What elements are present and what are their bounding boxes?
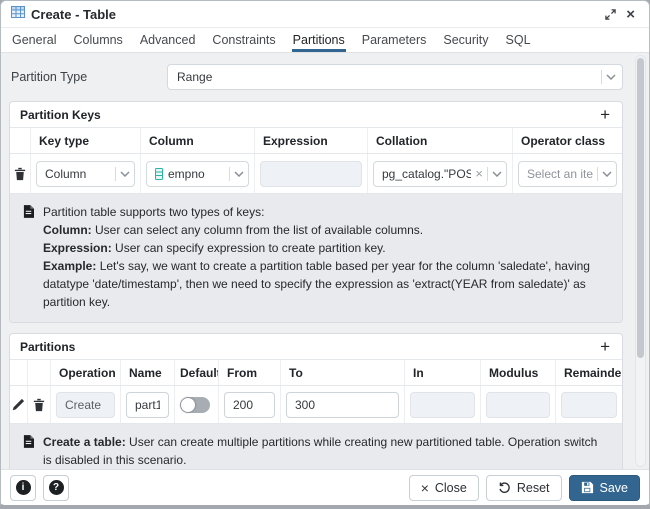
partition-keys-info-box: Partition table supports two types of ke… bbox=[10, 194, 622, 322]
header-remainder: Remainder bbox=[555, 360, 622, 385]
footer-bar: i ? × Close Reset Save bbox=[1, 469, 649, 505]
edit-row-icon[interactable] bbox=[10, 396, 27, 413]
partitions-tab-content: Partition Type Range Partition Keys + Ke… bbox=[1, 53, 649, 469]
dialog-help-button[interactable]: ? bbox=[43, 475, 69, 501]
modulus-input bbox=[486, 392, 550, 418]
partitions-grid-header: Operation Name Default From To In Modulu… bbox=[10, 360, 622, 386]
to-input[interactable] bbox=[286, 392, 399, 418]
header-collation: Collation bbox=[367, 128, 512, 153]
expression-input bbox=[260, 161, 362, 187]
chevron-down-icon bbox=[606, 74, 616, 80]
partition-type-label: Partition Type bbox=[11, 70, 167, 84]
header-column: Column bbox=[140, 128, 254, 153]
expand-icon[interactable] bbox=[603, 7, 618, 22]
key-type-select[interactable]: Column bbox=[36, 161, 135, 187]
partition-type-row: Partition Type Range bbox=[11, 64, 623, 90]
scrollbar-thumb[interactable] bbox=[637, 58, 644, 358]
chevron-down-icon bbox=[120, 171, 130, 177]
info-item: Example: Let's say, we want to create a … bbox=[43, 257, 608, 311]
operator-class-placeholder: Select an item... bbox=[527, 167, 593, 181]
vertical-scrollbar bbox=[635, 55, 646, 467]
header-actions bbox=[10, 128, 30, 153]
partition-keys-grid-header: Key type Column Expression Collation Ope… bbox=[10, 128, 622, 154]
key-column-select[interactable]: empno bbox=[146, 161, 249, 187]
partition-row bbox=[10, 386, 622, 424]
create-table-dialog: Create - Table × General Columns Advance… bbox=[0, 0, 650, 509]
save-icon bbox=[581, 481, 594, 494]
clear-collation-icon[interactable]: × bbox=[475, 167, 483, 180]
header-name: Name bbox=[120, 360, 174, 385]
info-item: Expression: User can specify expression … bbox=[43, 239, 608, 257]
partition-keys-header: Partition Keys + bbox=[10, 102, 622, 128]
operation-input bbox=[56, 392, 115, 418]
close-x-icon: × bbox=[421, 481, 429, 495]
tab-security[interactable]: Security bbox=[442, 30, 489, 52]
header-key-type: Key type bbox=[30, 128, 140, 153]
chevron-down-icon bbox=[234, 171, 244, 177]
header-to: To bbox=[280, 360, 404, 385]
help-icon: ? bbox=[49, 480, 64, 495]
operator-class-select[interactable]: Select an item... bbox=[518, 161, 617, 187]
tab-sql[interactable]: SQL bbox=[505, 30, 532, 52]
table-icon bbox=[11, 5, 25, 23]
add-partition-key-button[interactable]: + bbox=[598, 106, 612, 123]
header-operation: Operation bbox=[50, 360, 120, 385]
title-bar: Create - Table × bbox=[1, 1, 649, 28]
partitions-info-box: Create a table: User can create multiple… bbox=[10, 424, 622, 469]
tab-columns[interactable]: Columns bbox=[72, 30, 123, 52]
note-icon bbox=[23, 435, 34, 448]
partitions-header: Partitions + bbox=[10, 334, 622, 360]
key-type-value: Column bbox=[45, 167, 86, 181]
tab-advanced[interactable]: Advanced bbox=[139, 30, 197, 52]
delete-row-icon[interactable] bbox=[12, 165, 28, 183]
reset-button[interactable]: Reset bbox=[486, 475, 562, 501]
partition-key-row: Column empno pg_catalog."POS bbox=[10, 154, 622, 194]
save-button[interactable]: Save bbox=[569, 475, 641, 501]
close-button[interactable]: × Close bbox=[409, 475, 479, 501]
column-icon bbox=[155, 168, 163, 180]
from-input[interactable] bbox=[224, 392, 275, 418]
info-intro: Partition table supports two types of ke… bbox=[43, 203, 608, 221]
partition-type-value: Range bbox=[177, 70, 212, 84]
select-divider bbox=[601, 70, 602, 84]
header-from: From bbox=[218, 360, 280, 385]
tab-bar: General Columns Advanced Constraints Par… bbox=[1, 28, 649, 53]
header-expression: Expression bbox=[254, 128, 367, 153]
add-partition-button[interactable]: + bbox=[598, 338, 612, 355]
dialog-title: Create - Table bbox=[31, 7, 116, 22]
close-icon[interactable]: × bbox=[624, 5, 637, 24]
header-operator-class: Operator class bbox=[512, 128, 622, 153]
note-icon bbox=[23, 205, 34, 218]
partition-keys-title: Partition Keys bbox=[20, 108, 101, 122]
chevron-down-icon bbox=[602, 171, 612, 177]
tab-parameters[interactable]: Parameters bbox=[361, 30, 428, 52]
delete-row-icon[interactable] bbox=[31, 396, 47, 414]
default-toggle[interactable] bbox=[180, 397, 210, 413]
chevron-down-icon bbox=[492, 171, 502, 177]
tab-partitions[interactable]: Partitions bbox=[292, 30, 346, 52]
header-modulus: Modulus bbox=[480, 360, 555, 385]
info-item: Create a table: User can create multiple… bbox=[43, 433, 608, 469]
tab-constraints[interactable]: Constraints bbox=[211, 30, 276, 52]
info-icon: i bbox=[16, 480, 31, 495]
collation-select[interactable]: pg_catalog."POSIX" × bbox=[373, 161, 507, 187]
partitions-panel: Partitions + Operation Name Default From… bbox=[9, 333, 623, 469]
header-default: Default bbox=[174, 360, 218, 385]
reset-icon bbox=[498, 481, 511, 494]
header-in: In bbox=[404, 360, 480, 385]
remainder-input bbox=[561, 392, 617, 418]
key-column-value: empno bbox=[168, 167, 205, 181]
info-item: Column: User can select any column from … bbox=[43, 221, 608, 239]
partition-name-input[interactable] bbox=[126, 392, 169, 418]
partition-type-select[interactable]: Range bbox=[167, 64, 623, 90]
collation-value: pg_catalog."POSIX" bbox=[382, 167, 471, 181]
in-input bbox=[410, 392, 475, 418]
sql-help-button[interactable]: i bbox=[10, 475, 36, 501]
tab-general[interactable]: General bbox=[11, 30, 57, 52]
partition-keys-panel: Partition Keys + Key type Column Express… bbox=[9, 101, 623, 323]
partitions-title: Partitions bbox=[20, 340, 75, 354]
